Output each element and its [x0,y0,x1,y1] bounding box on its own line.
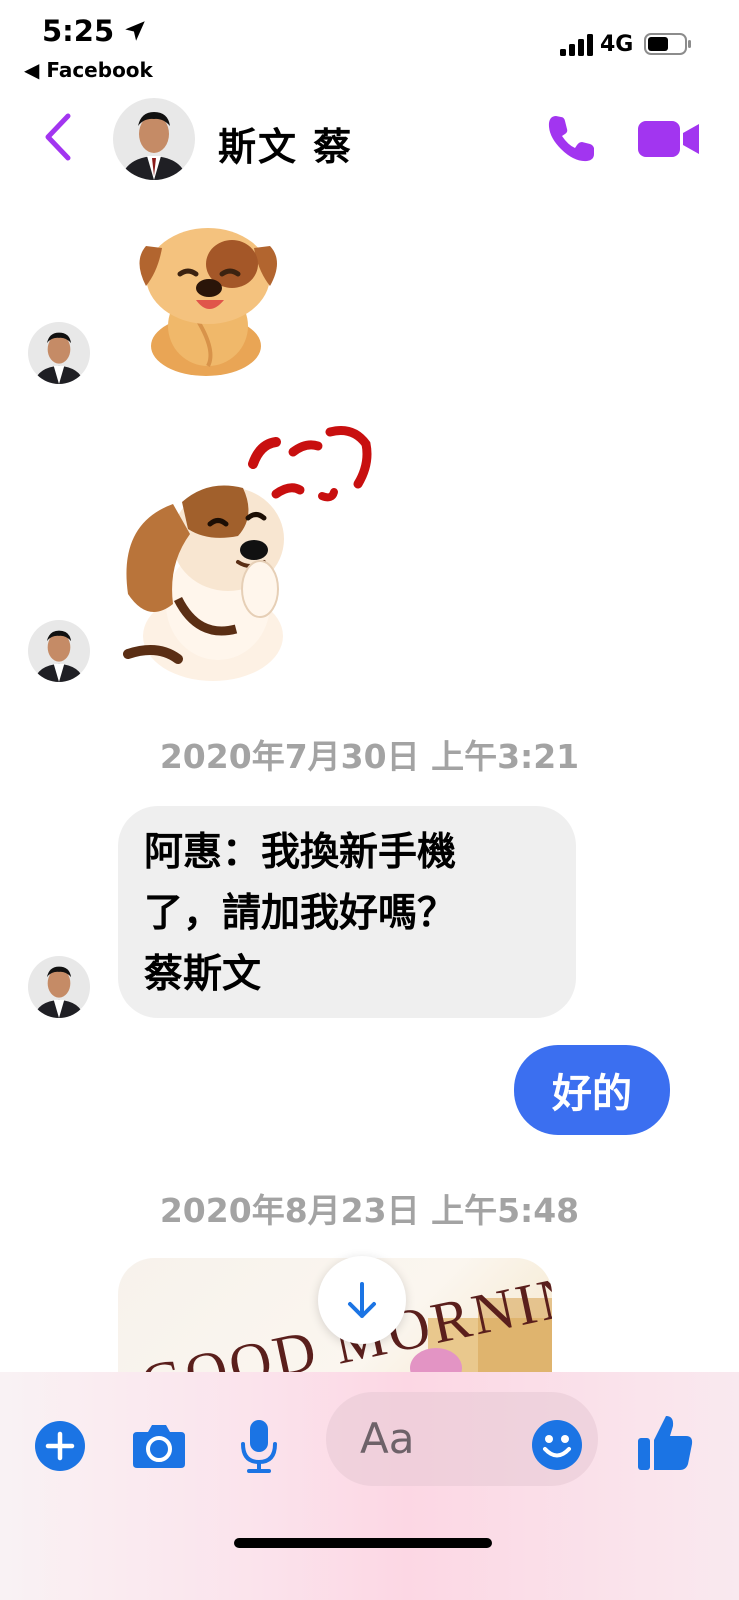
message-line: 了，請加我好嗎？ [144,891,457,936]
message-input-placeholder: Aa [360,1414,415,1463]
message-line: 阿惠：我換新手機 [144,830,457,875]
thumbs-up-icon[interactable] [636,1412,694,1474]
back-chevron-icon[interactable] [40,112,76,162]
avatar-portrait-icon [28,620,90,682]
plus-icon[interactable] [34,1420,86,1472]
emoji-icon[interactable] [530,1418,584,1472]
sender-avatar[interactable] [28,322,90,384]
avatar-portrait-icon [28,956,90,1018]
dog-sticker[interactable] [128,216,288,376]
contact-name[interactable]: 斯文 蔡 [218,116,353,171]
avatar-portrait-icon [28,322,90,384]
back-to-app-link[interactable]: ◀ Facebook [24,58,153,82]
signal-icon [560,34,593,56]
mic-icon[interactable] [238,1418,280,1474]
scroll-down-icon [348,1282,376,1318]
beagle-sticker[interactable] [118,424,388,686]
video-icon[interactable] [637,116,701,162]
phone-icon[interactable] [544,112,598,166]
location-arrow-icon [125,21,145,41]
outgoing-message-bubble[interactable]: 好的 [514,1045,670,1135]
message-text: 好的 [552,1071,632,1117]
camera-icon[interactable] [131,1420,187,1470]
status-time: 5:25 [42,14,115,48]
battery-icon [644,33,691,55]
sender-avatar[interactable] [28,956,90,1018]
back-app-arrow-icon: ◀ [24,58,47,82]
contact-avatar[interactable] [113,98,195,180]
message-timestamp: 2020年8月23日 上午5:48 [159,1191,580,1230]
scroll-to-bottom-button[interactable] [318,1256,406,1344]
home-indicator [234,1538,492,1548]
incoming-message-bubble[interactable]: 阿惠：我換新手機 了，請加我好嗎？ 蔡斯文 [118,806,576,1018]
network-type: 4G [600,32,634,57]
message-timestamp: 2020年7月30日 上午3:21 [159,737,580,776]
back-app-label: Facebook [46,58,153,82]
avatar-portrait-icon [113,98,195,180]
message-line: 蔡斯文 [144,952,262,997]
sender-avatar[interactable] [28,620,90,682]
